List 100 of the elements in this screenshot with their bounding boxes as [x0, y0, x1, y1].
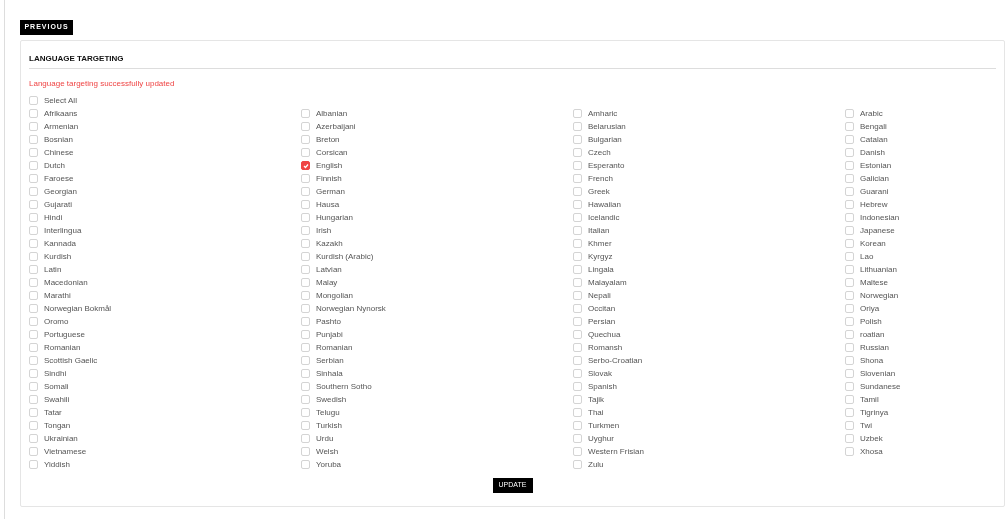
checkbox-label: Latvian	[316, 265, 342, 274]
checkbox-label: Icelandic	[588, 213, 620, 222]
checkbox-label: Quechua	[588, 330, 621, 339]
checkbox-label: Galician	[860, 174, 889, 183]
checkbox-label: Dutch	[44, 161, 65, 170]
checkbox-label: Lao	[860, 252, 874, 261]
checkbox-label: Spanish	[588, 382, 617, 391]
checkbox-label: Southern Sotho	[316, 382, 372, 391]
checkbox-label: Chinese	[44, 148, 74, 157]
checkbox-label: Telugu	[316, 408, 340, 417]
checkbox-label: Pashto	[316, 317, 341, 326]
checkbox-label: Hausa	[316, 200, 340, 209]
checkbox-label: Zulu	[588, 460, 604, 469]
checkbox-label: Turkish	[316, 421, 342, 430]
checkbox[interactable]	[301, 161, 310, 170]
checkbox-label: Belarusian	[588, 122, 626, 131]
checkbox-label: Kurdish (Arabic)	[316, 252, 374, 261]
checkbox-label: Nepali	[588, 291, 611, 300]
checkbox-label: Marathi	[44, 291, 71, 300]
checkbox-label: Mongolian	[316, 291, 353, 300]
checkbox-label: Arabic	[860, 109, 883, 118]
checkbox-label: Sinhala	[316, 369, 343, 378]
checkbox-label: Czech	[588, 148, 611, 157]
checkbox-label: Japanese	[860, 226, 895, 235]
checkbox-label: Punjabi	[316, 330, 343, 339]
checkbox-label: Lithuanian	[860, 265, 897, 274]
checkbox-label: Bosnian	[44, 135, 73, 144]
checkbox-label: Hungarian	[316, 213, 353, 222]
checkbox-label: Xhosa	[860, 447, 883, 456]
checkbox-label: Kurdish	[44, 252, 72, 261]
checkbox-label: Romansh	[588, 343, 623, 352]
checkbox-label: Romanian	[316, 343, 353, 352]
checkbox-label: Urdu	[316, 434, 334, 443]
success-message: Language targeting successfully updated	[29, 80, 176, 88]
section-title: LANGUAGE TARGETING	[29, 55, 996, 69]
checkbox-label: Georgian	[44, 187, 77, 196]
checkbox-label: Persian	[588, 317, 616, 326]
checkbox-label: Vietnamese	[44, 447, 87, 456]
checkbox-label: Thai	[588, 408, 604, 417]
checkbox-label: Oromo	[44, 317, 69, 326]
checkbox-label: Polish	[860, 317, 882, 326]
checkbox-label: Afrikaans	[44, 109, 78, 118]
checkbox-label: Serbian	[316, 356, 344, 365]
checkbox-label: Esperanto	[588, 161, 625, 170]
checkbox-label: Finnish	[316, 174, 342, 183]
checkbox-label: Somali	[44, 382, 69, 391]
checkbox-label: French	[588, 174, 613, 183]
checkbox-label: Occitan	[588, 304, 616, 313]
checkbox-label: German	[316, 187, 345, 196]
checkbox-label: Twi	[860, 421, 872, 430]
checkbox-label: Faroese	[44, 174, 74, 183]
checkbox-label: Catalan	[860, 135, 888, 144]
checkbox-label: Guarani	[860, 187, 889, 196]
checkbox-label: Breton	[316, 135, 340, 144]
checkbox-label: Tatar	[44, 408, 62, 417]
checkbox-label: English	[316, 161, 343, 170]
checkbox-label: Swahili	[44, 395, 70, 404]
checkbox-label: Indonesian	[860, 213, 900, 222]
checkbox-label: Uzbek	[860, 434, 883, 443]
checkbox-label: Gujarati	[44, 200, 72, 209]
checkbox-label: Macedonian	[44, 278, 88, 287]
checkbox-label: Bengali	[860, 122, 887, 131]
checkbox-label: Russian	[860, 343, 889, 352]
checkbox-label: Albanian	[316, 109, 348, 118]
checkbox-label: Sundanese	[860, 382, 901, 391]
checkbox-label: Tigrinya	[860, 408, 889, 417]
checkbox-label: Turkmen	[588, 421, 620, 430]
checkbox-label: Western Frisian	[588, 447, 644, 456]
checkbox-label: Hindi	[44, 213, 63, 222]
checkbox-label: Norwegian Nynorsk	[316, 304, 386, 313]
checkbox-label: Serbo-Croatian	[588, 356, 643, 365]
checkmark-icon	[302, 162, 309, 169]
checkbox-label: Hawaiian	[588, 200, 621, 209]
checkbox-label: Italian	[588, 226, 610, 235]
checkbox-label: Tajik	[588, 395, 604, 404]
checkbox-label: Malayalam	[588, 278, 627, 287]
checkbox-label: Latin	[44, 265, 62, 274]
checkbox-label: Armenian	[44, 122, 79, 131]
checkbox-label: Swedish	[316, 395, 347, 404]
checkbox-label: Kyrgyz	[588, 252, 613, 261]
checkbox-label: Welsh	[316, 447, 339, 456]
checkbox-label: Slovenian	[860, 369, 896, 378]
checkbox-label: Lingala	[588, 265, 614, 274]
checkbox-label: Select All	[44, 96, 77, 105]
checkbox-label: Hebrew	[860, 200, 888, 209]
checkbox-label: Oriya	[860, 304, 880, 313]
checkbox-label: Danish	[860, 148, 885, 157]
checkbox-label: Shona	[860, 356, 884, 365]
checkbox-label: Corsican	[316, 148, 348, 157]
checkbox-label: Sindhi	[44, 369, 67, 378]
checkbox-label: Slovak	[588, 369, 612, 378]
checkbox-label: Greek	[588, 187, 610, 196]
checkbox-label: Scottish Gaelic	[44, 356, 98, 365]
checkbox-label: Norwegian Bokmål	[44, 304, 112, 313]
checkbox-label: Korean	[860, 239, 886, 248]
checkbox-label: Maltese	[860, 278, 888, 287]
checkbox-label: Romanian	[44, 343, 81, 352]
checkbox-label: Yiddish	[44, 460, 70, 469]
checkbox-label: Tongan	[44, 421, 71, 430]
checkbox-label: Tamil	[860, 395, 879, 404]
